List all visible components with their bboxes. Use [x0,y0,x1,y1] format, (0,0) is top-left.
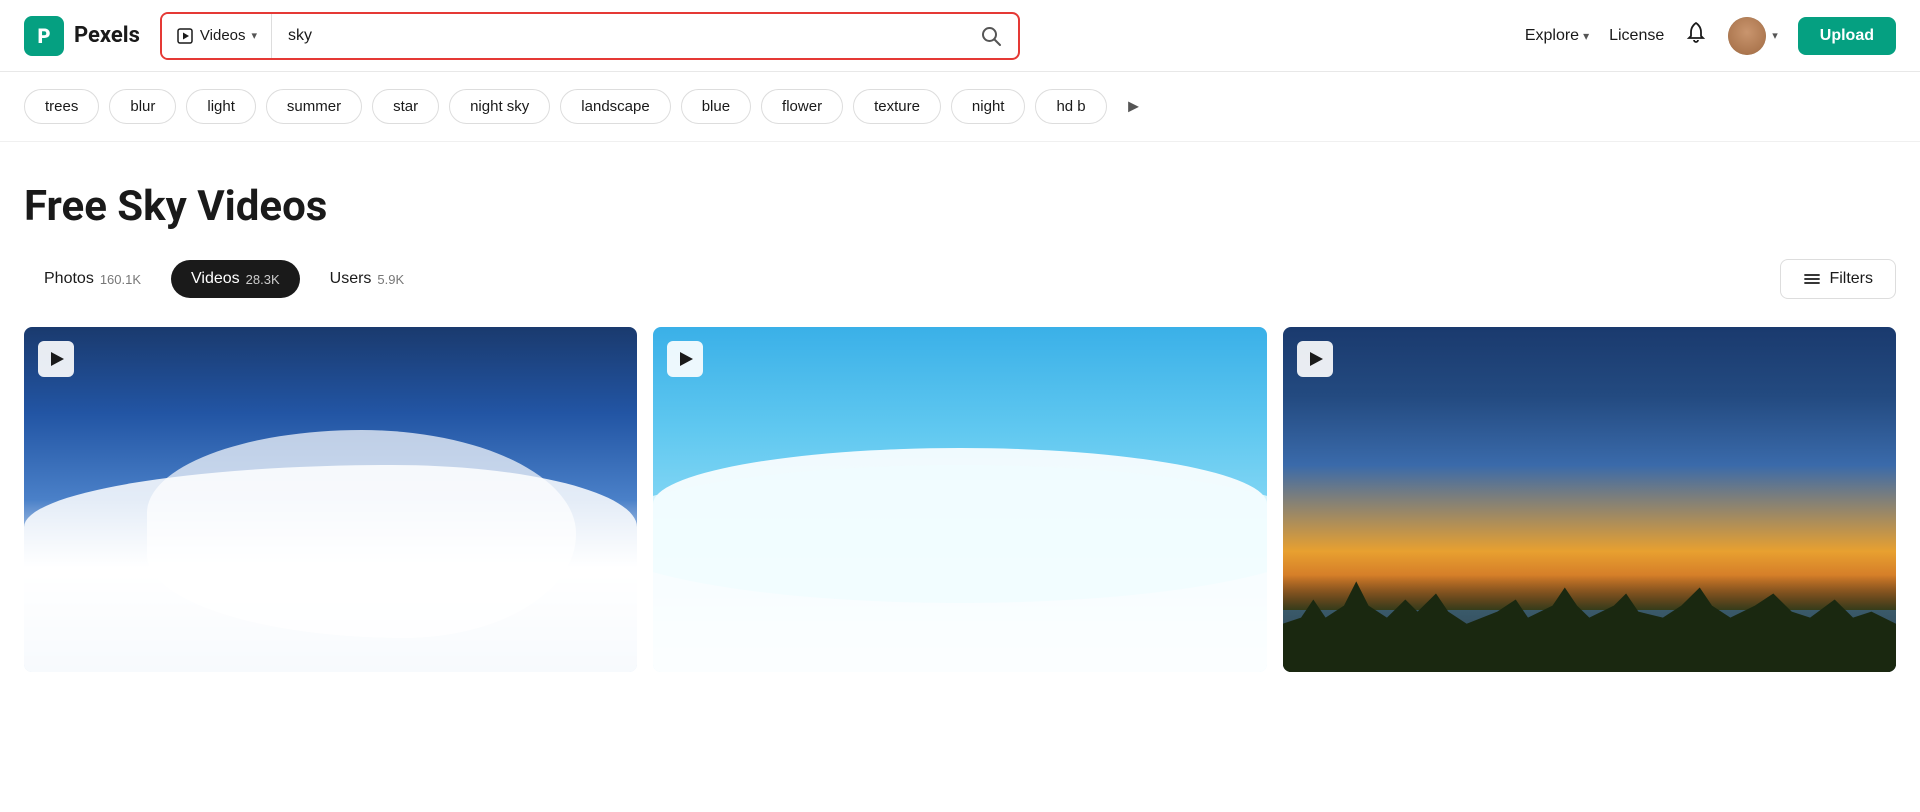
tag-night-sky[interactable]: night sky [449,89,550,124]
explore-chevron: ▾ [1583,29,1589,43]
header: P Pexels Videos ▾ Explore ▾ [0,0,1920,72]
search-type-label: Videos [200,27,246,44]
notification-button[interactable] [1684,21,1708,51]
tag-trees[interactable]: trees [24,89,99,124]
video-thumbnail-2 [653,327,1266,672]
search-type-button[interactable]: Videos ▾ [162,14,272,58]
filter-icon [1803,270,1821,288]
upload-button[interactable]: Upload [1798,17,1896,55]
avatar-chevron: ▾ [1772,29,1778,42]
tags-more-icon[interactable]: ► [1117,88,1151,125]
logo-icon: P [24,16,64,56]
play-button-3[interactable] [1297,341,1333,377]
tag-star[interactable]: star [372,89,439,124]
tag-light[interactable]: light [186,89,256,124]
filter-tabs: Photos 160.1K Videos 28.3K Users 5.9K [24,260,424,298]
search-submit-button[interactable] [964,14,1018,58]
tag-blur[interactable]: blur [109,89,176,124]
tag-night[interactable]: night [951,89,1026,124]
video-icon [176,27,194,45]
tag-hdb[interactable]: hd b [1035,89,1106,124]
logo-link[interactable]: P Pexels [24,16,140,56]
play-button-2[interactable] [667,341,703,377]
filters-button[interactable]: Filters [1780,259,1896,299]
avatar-area[interactable]: ▾ [1728,17,1778,55]
tags-row: trees blur light summer star night sky l… [0,72,1920,142]
license-button[interactable]: License [1609,27,1664,45]
header-right: Explore ▾ License ▾ Upload [1525,17,1896,55]
play-icon-2 [680,352,693,366]
avatar [1728,17,1766,55]
page-title: Free Sky Videos [24,182,1896,231]
video-grid [24,327,1896,672]
search-icon [980,25,1002,47]
tag-landscape[interactable]: landscape [560,89,670,124]
video-thumbnail-1 [24,327,637,672]
tab-photos[interactable]: Photos 160.1K [24,260,161,298]
main-content: Free Sky Videos Photos 160.1K Videos 28.… [0,142,1920,672]
tab-videos[interactable]: Videos 28.3K [171,260,300,298]
brand-name: Pexels [74,23,140,48]
filter-bar: Photos 160.1K Videos 28.3K Users 5.9K Fi… [24,259,1896,299]
search-type-chevron: ▾ [252,29,258,42]
video-card-1[interactable] [24,327,637,672]
tag-blue[interactable]: blue [681,89,751,124]
search-input[interactable] [272,14,964,58]
play-button-1[interactable] [38,341,74,377]
video-card-2[interactable] [653,327,1266,672]
explore-button[interactable]: Explore ▾ [1525,27,1589,45]
play-icon-1 [51,352,64,366]
play-icon-3 [1310,352,1323,366]
video-card-3[interactable] [1283,327,1896,672]
search-bar: Videos ▾ [160,12,1020,60]
tab-users[interactable]: Users 5.9K [310,260,425,298]
video-thumbnail-3 [1283,327,1896,672]
tag-flower[interactable]: flower [761,89,843,124]
filters-label: Filters [1829,270,1873,288]
tag-summer[interactable]: summer [266,89,362,124]
tag-texture[interactable]: texture [853,89,941,124]
